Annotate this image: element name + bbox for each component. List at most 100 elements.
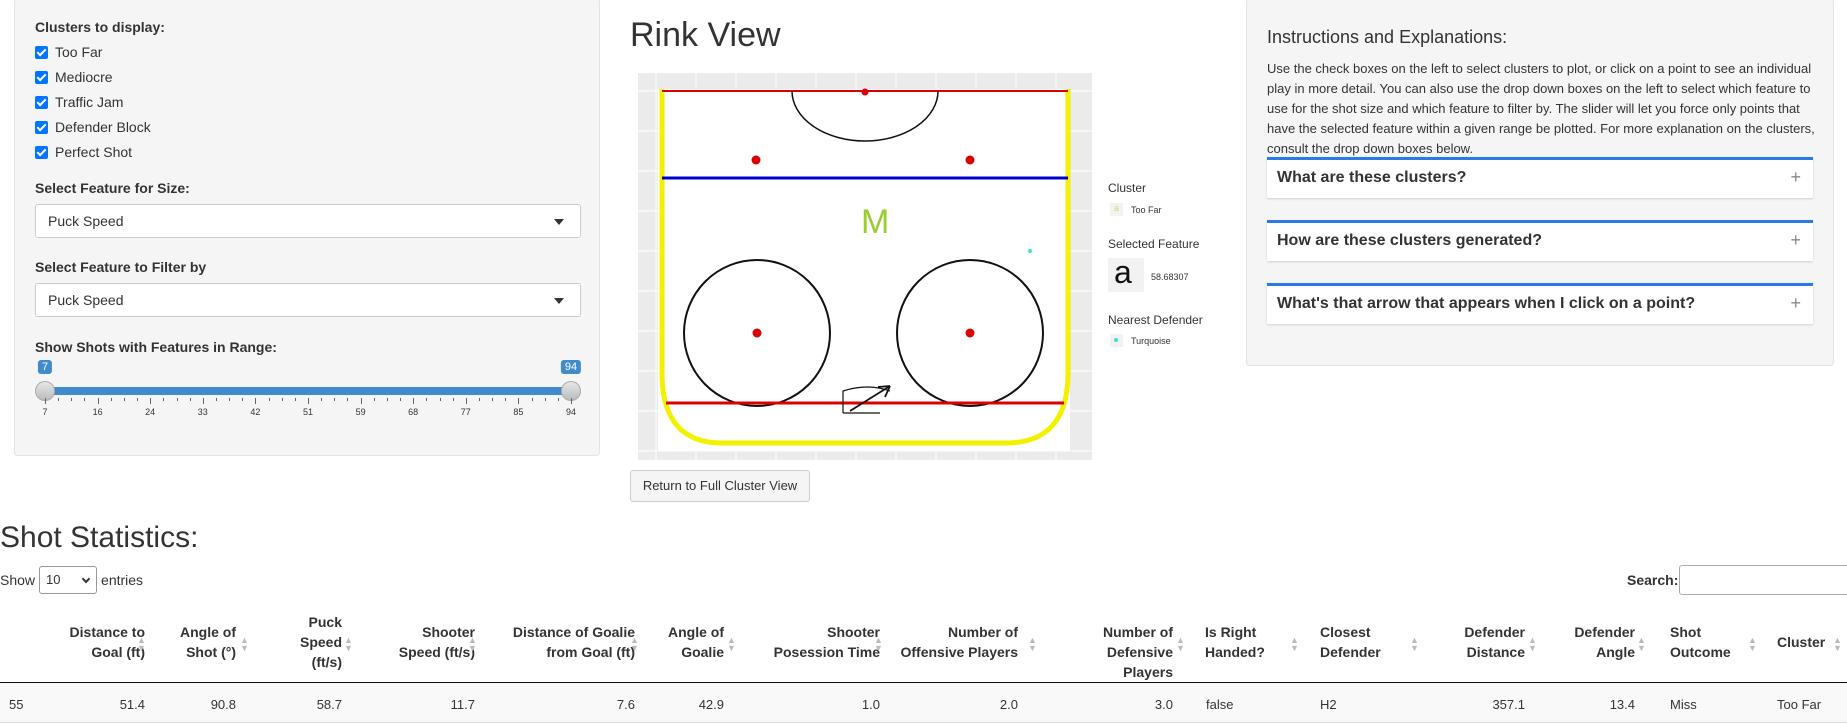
expand-plus-icon[interactable]: +	[1790, 293, 1801, 314]
expand-plus-icon[interactable]: +	[1790, 167, 1801, 188]
dropdown-caret-icon	[554, 298, 564, 304]
sort-icon[interactable]: ▲ ▼	[1410, 636, 1419, 653]
filter-feature-select[interactable]: Puck Speed	[35, 283, 581, 317]
sort-icon[interactable]: ▲ ▼	[1748, 636, 1757, 653]
table-cell: Too Far	[1777, 697, 1822, 712]
entries-select[interactable]: 10	[39, 566, 98, 594]
cluster-checkbox-traffic-jam[interactable]: Traffic Jam	[35, 94, 123, 110]
slider-tick-label: 33	[197, 407, 208, 417]
accordion-title: How are these clusters generated?	[1277, 232, 1542, 249]
slider-minor-tick	[176, 398, 178, 401]
col-header-shooter-speed[interactable]: Shooter Speed (ft/s)	[385, 622, 475, 662]
rink-plot[interactable]: M	[638, 73, 1092, 460]
rink-svg[interactable]: M	[638, 73, 1092, 460]
checkbox-checked-icon[interactable]	[35, 145, 48, 159]
accordion-title: What's that arrow that appears when I cl…	[1277, 295, 1696, 312]
col-header-puck-speed[interactable]: Puck Speed (ft/s)	[290, 612, 342, 672]
row-id-cell: 55	[9, 697, 24, 712]
sort-icon[interactable]: ▲ ▼	[137, 636, 146, 653]
sort-icon[interactable]: ▲ ▼	[874, 636, 883, 653]
sort-icon[interactable]: ▲ ▼	[468, 636, 477, 653]
sort-icon[interactable]: ▲ ▼	[1528, 636, 1537, 653]
sort-icon[interactable]: ▲ ▼	[1028, 636, 1037, 653]
col-header-shot-outcome[interactable]: Shot Outcome	[1670, 622, 1731, 662]
cluster-checkbox-perfect-shot[interactable]: Perfect Shot	[35, 144, 132, 160]
checkbox-checked-icon[interactable]	[35, 120, 48, 134]
sort-icon[interactable]: ▲ ▼	[1637, 636, 1646, 653]
slider-minor-tick	[189, 398, 191, 401]
legend-cluster-key: a	[1110, 203, 1123, 216]
accordion-how-generated[interactable]: How are these clusters generated? +	[1267, 220, 1813, 261]
sort-icon[interactable]: ▲ ▼	[1290, 636, 1299, 653]
slider-minor-tick	[531, 398, 533, 401]
table-cell: 51.4	[119, 697, 145, 712]
sort-icon[interactable]: ▲ ▼	[630, 636, 639, 653]
search-label: Search:	[1627, 572, 1679, 588]
col-header-goalie-angle[interactable]: Angle of Goalie	[662, 622, 724, 662]
sort-icon[interactable]: ▲ ▼	[240, 636, 249, 653]
col-header-distance-to-goal[interactable]: Distance to Goal (ft)	[55, 622, 145, 662]
sort-icon[interactable]: ▲ ▼	[1176, 636, 1185, 653]
col-header-offensive-players[interactable]: Number of Offensive Players	[900, 622, 1018, 662]
checkbox-checked-icon[interactable]	[35, 70, 48, 84]
slider-tick	[255, 398, 257, 404]
col-header-defensive-players[interactable]: Number of Defensive Players	[1055, 622, 1173, 682]
slider-minor-tick	[84, 398, 86, 401]
chevron-down-icon	[81, 574, 91, 584]
slider-minor-tick	[478, 398, 480, 401]
return-full-cluster-button[interactable]: Return to Full Cluster View	[630, 470, 810, 502]
search-input[interactable]	[1679, 565, 1847, 595]
checkbox-label: Traffic Jam	[55, 94, 124, 110]
defender-point[interactable]	[1028, 249, 1032, 253]
legend-cluster-glyph: a	[1114, 203, 1120, 213]
col-header-right-handed[interactable]: Is Right Handed?	[1205, 622, 1285, 662]
table-cell: 1.0	[861, 697, 880, 712]
size-feature-value: Puck Speed	[48, 213, 124, 229]
clusters-label: Clusters to display:	[35, 19, 165, 35]
slider-minor-tick	[400, 398, 402, 401]
col-header-defender-distance[interactable]: Defender Distance	[1450, 622, 1525, 662]
checkbox-checked-icon[interactable]	[35, 45, 48, 59]
instructions-panel: Instructions and Explanations: Use the c…	[1246, 0, 1834, 366]
slider-minor-tick	[321, 398, 323, 401]
slider-minor-tick	[544, 398, 546, 401]
col-header-cluster[interactable]: Cluster	[1777, 632, 1829, 652]
slider-minor-tick	[242, 398, 244, 401]
col-header-closest-defender[interactable]: Closest Defender	[1320, 622, 1390, 662]
sort-icon[interactable]: ▲ ▼	[1833, 636, 1842, 653]
range-slider[interactable]: 7 94 7 16 24 33 42 51 59 68 77 85 94	[35, 354, 582, 424]
table-cell: 357.1	[1492, 697, 1525, 712]
slider-tick	[465, 398, 467, 404]
slider-minor-tick	[229, 398, 231, 401]
slider-minor-tick	[215, 398, 217, 401]
sort-icon[interactable]: ▲ ▼	[727, 636, 736, 653]
col-header-defender-angle[interactable]: Defender Angle	[1570, 622, 1635, 662]
size-feature-select[interactable]: Puck Speed	[35, 204, 581, 238]
cluster-checkbox-defender-block[interactable]: Defender Block	[35, 119, 151, 135]
col-header-goalie-distance[interactable]: Distance of Goalie from Goal (ft)	[505, 622, 635, 662]
sort-icon[interactable]: ▲ ▼	[344, 636, 353, 653]
checkbox-checked-icon[interactable]	[35, 95, 48, 109]
legend-defender-key	[1110, 334, 1123, 347]
table-cell: 3.0	[1154, 697, 1173, 712]
col-header-angle-of-shot[interactable]: Angle of Shot (°)	[170, 622, 236, 662]
table-cell: 11.7	[450, 697, 475, 712]
accordion-what-are-clusters[interactable]: What are these clusters? +	[1267, 157, 1813, 198]
table-cell: 2.0	[999, 697, 1018, 712]
slider-track[interactable]	[45, 387, 571, 395]
col-header-posession-time[interactable]: Shooter Posession Time	[760, 622, 880, 662]
accordion-title: What are these clusters?	[1277, 169, 1467, 186]
cluster-checkbox-too-far[interactable]: Too Far	[35, 44, 102, 60]
table-row[interactable]: 55 51.4 90.8 58.7 11.7 7.6 42.9 1.0 2.0 …	[0, 683, 1847, 723]
table-cell: H2	[1320, 697, 1337, 712]
slider-tick	[202, 398, 204, 404]
slider-minor-tick	[163, 398, 165, 401]
cluster-marker[interactable]: M	[861, 203, 889, 241]
expand-plus-icon[interactable]: +	[1790, 230, 1801, 251]
accordion-arrow-explanation[interactable]: What's that arrow that appears when I cl…	[1267, 283, 1813, 324]
slider-minor-tick	[123, 398, 125, 401]
slider-tick-label: 77	[460, 407, 471, 417]
slider-tick-label: 94	[565, 407, 577, 417]
slider-minor-tick	[505, 398, 507, 401]
cluster-checkbox-mediocre[interactable]: Mediocre	[35, 69, 113, 85]
